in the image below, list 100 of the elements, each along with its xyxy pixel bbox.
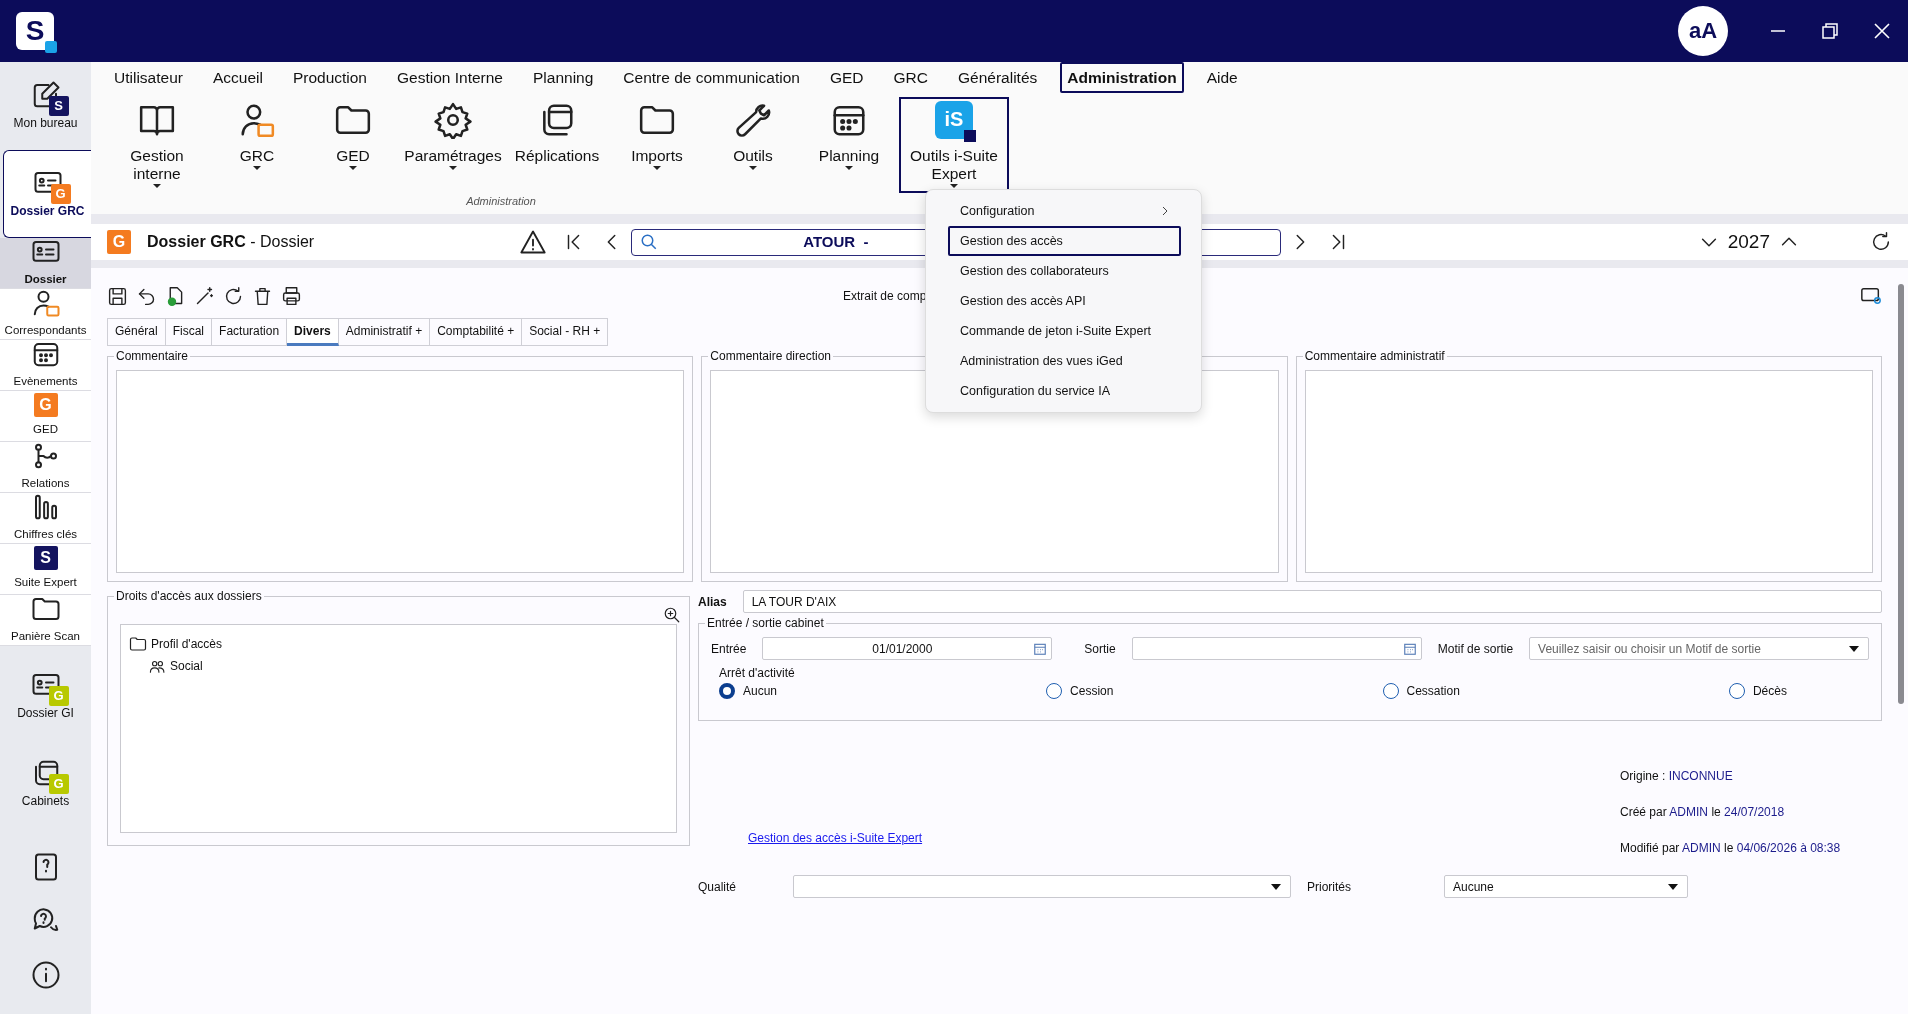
app-logo: iS [935,101,973,139]
field-label: Arrêt d'activité [719,666,795,680]
sidebar-item[interactable]: Panière Scan [0,595,91,646]
badge: S [33,546,58,571]
scrollbar[interactable] [1898,284,1904,704]
sidebar-item[interactable]: Relations [0,442,91,493]
alias-field[interactable]: LA TOUR D'AIX [742,590,1882,613]
menu-item[interactable]: Gestion des collaborateurs [948,256,1181,286]
menu-item[interactable]: Configuration [948,196,1181,226]
field-label: Priorités [1307,878,1352,896]
menu-item[interactable]: Utilisateur [107,61,190,94]
info-text: Modifié par ADMIN le 04/06/2026 à 08:38 [1620,841,1841,855]
ribbon-button[interactable]: Gestion interne [107,97,207,193]
menu-item[interactable]: Configuration du service IA [948,376,1181,406]
screen-settings-icon[interactable] [1860,285,1882,307]
dropdown-field[interactable]: Veuillez saisir ou choisir un Motif de sortie [1529,637,1869,660]
field-label: Entrée [711,640,747,658]
sidebar-item[interactable]: G GED [0,391,91,442]
zoom-icon[interactable] [663,606,681,624]
tab[interactable]: Comptabilité + [430,318,523,346]
tab[interactable]: Général [107,318,166,346]
menu-item[interactable]: Production [285,61,374,94]
warning-icon [519,228,548,256]
tab[interactable]: Fiscal [165,318,213,346]
menu-item[interactable]: Accueil [205,61,270,94]
field-label: Alias [698,593,727,611]
menu-item[interactable]: Administration des vues iGed [948,346,1181,376]
menu-item[interactable]: Gestion des accès [948,226,1181,256]
year: 2027 [1727,229,1770,254]
badge: S [48,96,69,116]
badge: G [48,686,69,706]
sidebar-item[interactable]: G Dossier GRC [3,150,91,238]
date-field[interactable] [1131,637,1422,660]
close-icon[interactable] [1872,21,1892,41]
group-label: Entrée / sortie cabinet [706,617,825,629]
link[interactable]: Gestion des accès i-Suite Expert [748,831,923,845]
print-icon[interactable] [281,285,302,307]
group-label: Administration [465,194,537,209]
radio-option[interactable]: Décès [1728,682,1787,700]
sidebar-item[interactable]: G Cabinets [0,740,91,828]
sidebar-item[interactable]: Correspondants [0,289,91,340]
menu-item[interactable]: Gestion Interne [390,61,510,94]
ribbon-button[interactable]: Planning [803,97,895,175]
app-logo: S [16,12,54,50]
restore-icon[interactable] [1820,21,1840,41]
tree-item[interactable]: Profil d'accès [151,635,222,653]
menu-item[interactable]: Généralités [951,61,1045,94]
menu-item[interactable]: Planning [526,61,601,94]
group-label: Commentaire administratif [1303,350,1446,362]
tab[interactable]: Social - RH + [522,318,609,346]
calendar-icon[interactable] [1033,641,1048,656]
info-icon[interactable] [30,960,61,990]
sidebar-item[interactable]: G Dossier GI [0,652,91,740]
tab[interactable]: Administratif + [338,318,431,346]
sidebar-item[interactable]: Dossier [0,238,91,289]
radio-option[interactable]: Cessation [1382,682,1460,700]
badge: G [33,393,58,418]
badge: G [107,230,131,254]
menu-item[interactable]: Aide [1199,61,1245,94]
caret-icon[interactable] [1270,882,1282,891]
dropdown-field[interactable] [793,875,1291,898]
ribbon-button[interactable]: GRC [211,97,303,175]
tab[interactable]: Facturation [212,318,288,346]
ribbon-button[interactable]: GED [307,97,399,175]
menu-item[interactable]: Commande de jeton i-Suite Expert [948,316,1181,346]
menu-item[interactable]: Gestion des accès API [948,286,1181,316]
radio-option[interactable]: Cession [1046,682,1114,700]
sidebar-item[interactable]: Evènements [0,340,91,391]
refresh-icon[interactable] [223,285,244,307]
caret-icon[interactable] [1848,644,1860,653]
sidebar-item[interactable]: S Suite Expert [0,544,91,595]
save-icon[interactable] [107,285,128,307]
calendar-icon[interactable] [1402,641,1417,656]
tree-item[interactable]: Social [170,657,203,675]
ribbon-button[interactable]: Outils [707,97,799,175]
document-title: Dossier GRC - Dossier [147,232,315,252]
field-label: Qualité [698,878,738,896]
menu-item[interactable]: Centre de communication [616,61,807,94]
ribbon-button[interactable]: Paramétrages [403,97,503,175]
refresh-icon[interactable] [1870,231,1892,253]
menu-item[interactable]: GED [822,61,871,94]
menu-item[interactable]: Administration [1060,61,1184,94]
group-label: Droits d'accès aux dossiers [115,590,263,602]
radio-option[interactable]: Aucun [719,682,778,700]
ribbon-button[interactable]: Imports [611,97,703,175]
group-label: Commentaire [115,350,190,362]
trash-icon[interactable] [252,285,273,307]
menu-item[interactable]: GRC [886,61,935,94]
date-field[interactable]: 01/01/2000 [762,637,1053,660]
tab[interactable]: Divers [287,318,339,346]
dropdown-field[interactable]: Aucune [1444,875,1688,898]
settings-icon [434,101,472,139]
sidebar-item[interactable]: S Mon bureau [0,62,91,150]
info-text: Origine : INCONNUE [1620,769,1733,783]
folder-icon [129,635,147,653]
magic-wand-icon[interactable] [194,285,215,307]
sidebar-item[interactable]: Chiffres clés [0,493,91,544]
caret-icon[interactable] [1667,882,1679,891]
user-avatar[interactable]: aA [1678,6,1728,56]
ribbon-button[interactable]: Réplications [507,97,607,169]
